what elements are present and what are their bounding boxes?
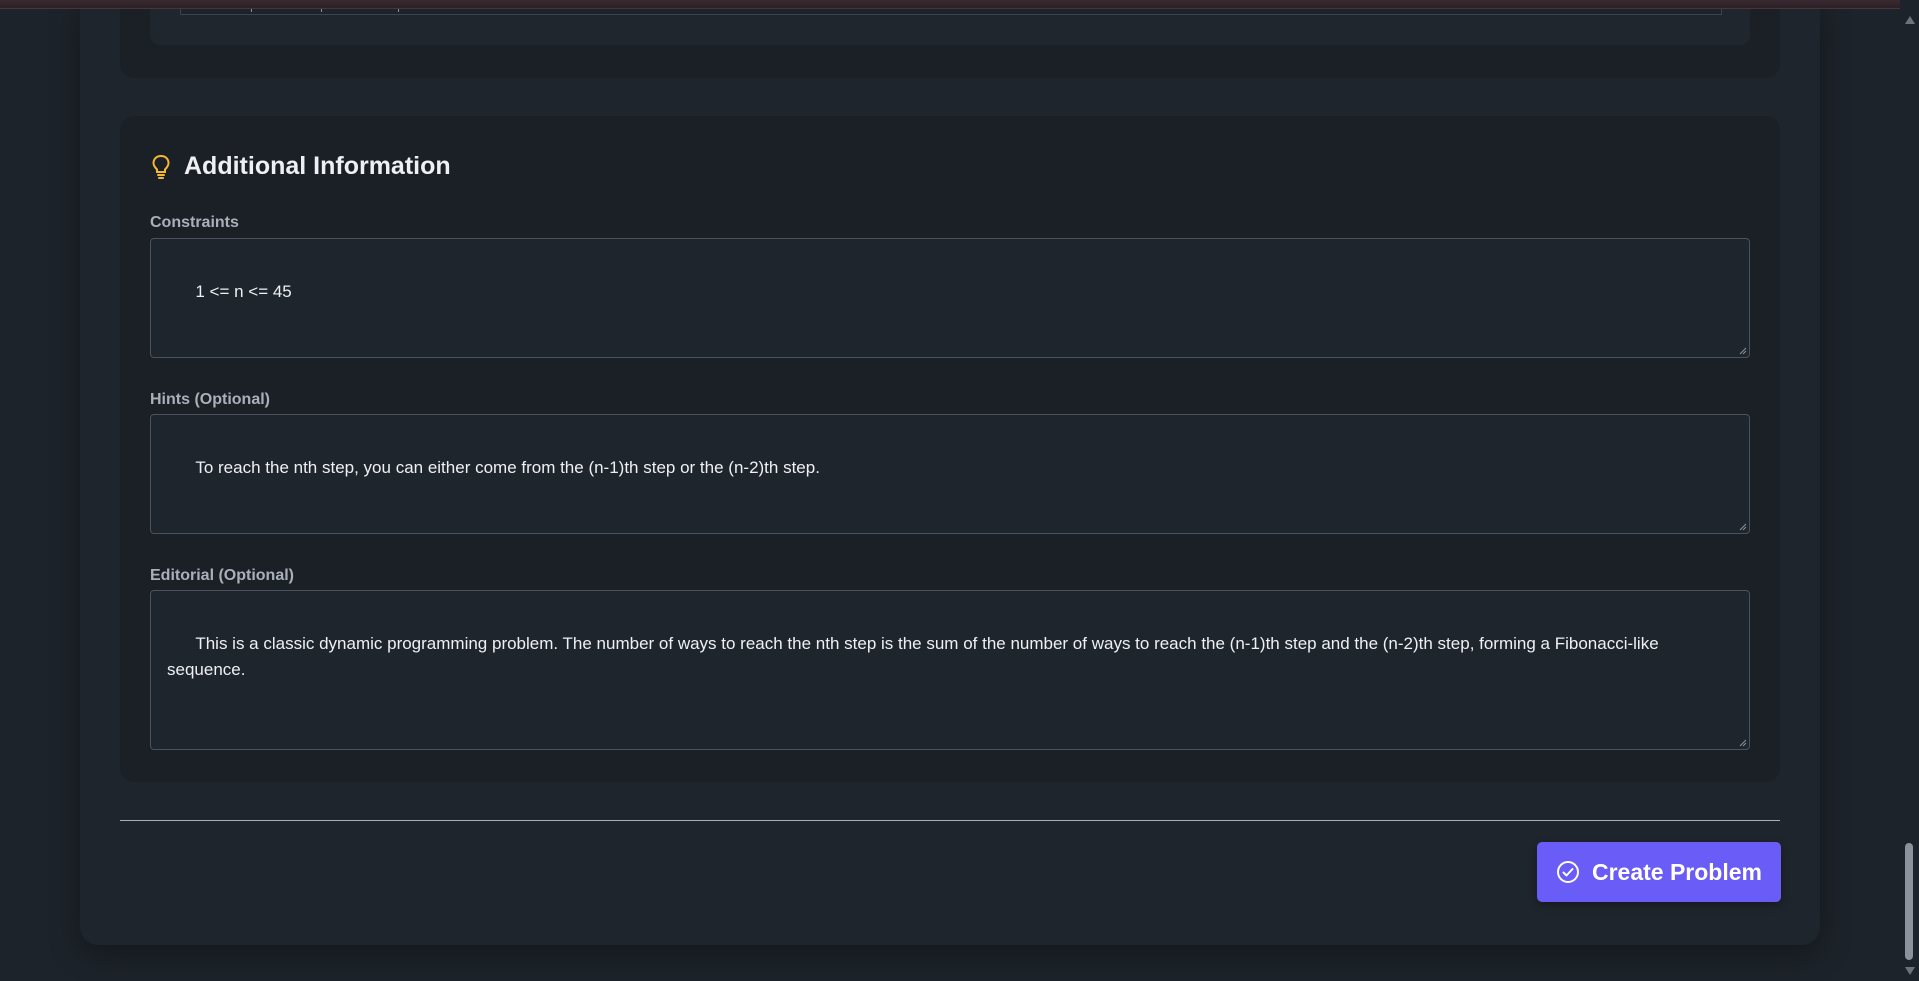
scroll-up-icon[interactable]	[1905, 16, 1915, 24]
constraints-label: Constraints	[150, 214, 239, 231]
vertical-scrollbar[interactable]	[1900, 0, 1919, 981]
hints-textarea[interactable]: To reach the nth step, you can either co…	[150, 414, 1750, 534]
resize-grip-icon[interactable]	[1739, 523, 1747, 531]
editorial-textarea[interactable]: This is a classic dynamic programming pr…	[150, 590, 1750, 750]
additional-information-section: Additional Information Constraints 1 <= …	[120, 116, 1780, 782]
create-problem-label: Create Problem	[1591, 858, 1762, 885]
editorial-value: This is a classic dynamic programming pr…	[167, 634, 1664, 679]
constraints-value: 1 <= n <= 45	[195, 282, 292, 301]
lightbulb-icon	[152, 154, 170, 179]
form-divider	[120, 820, 1780, 821]
editorial-label: Editorial (Optional)	[150, 567, 294, 584]
check-circle-icon	[1556, 861, 1579, 883]
browser-top-edge	[0, 0, 1919, 9]
page: Additional Information Constraints 1 <= …	[0, 0, 1900, 981]
scroll-thumb[interactable]	[1905, 843, 1913, 960]
scroll-down-icon[interactable]	[1905, 967, 1915, 975]
resize-grip-icon[interactable]	[1739, 739, 1747, 747]
section-title-text: Additional Information	[184, 152, 451, 180]
hints-value: To reach the nth step, you can either co…	[195, 458, 820, 477]
hints-label: Hints (Optional)	[150, 391, 270, 408]
create-problem-button[interactable]: Create Problem	[1537, 842, 1781, 902]
section-title: Additional Information	[150, 152, 451, 181]
constraints-textarea[interactable]: 1 <= n <= 45	[150, 238, 1750, 358]
resize-grip-icon[interactable]	[1739, 347, 1747, 355]
